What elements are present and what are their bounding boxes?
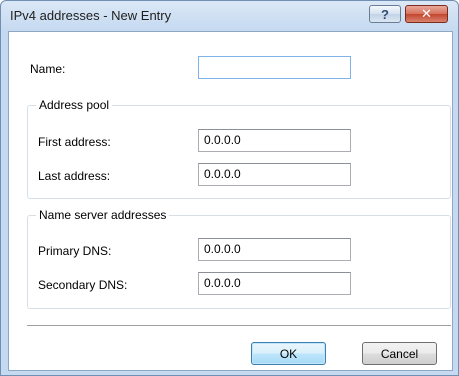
cancel-button[interactable]: Cancel — [362, 342, 437, 365]
secondary-dns-field[interactable]: 0.0.0.0 — [198, 272, 351, 295]
close-icon: ✕ — [421, 6, 432, 21]
dialog-content: Name: Address pool First address: 0.0.0.… — [8, 31, 453, 371]
window-title: IPv4 addresses - New Entry — [10, 8, 172, 23]
help-button[interactable]: ? — [369, 5, 401, 23]
name-label: Name: — [30, 62, 66, 76]
primary-dns-label: Primary DNS: — [38, 244, 112, 258]
dialog-window: IPv4 addresses - New Entry ? ✕ Name: Add… — [0, 0, 459, 376]
close-button[interactable]: ✕ — [405, 5, 448, 23]
address-pool-title: Address pool — [36, 98, 113, 112]
primary-dns-field[interactable]: 0.0.0.0 — [198, 238, 351, 261]
ok-button[interactable]: OK — [251, 342, 326, 365]
separator — [27, 325, 451, 327]
first-address-label: First address: — [38, 135, 111, 149]
secondary-dns-label: Secondary DNS: — [38, 278, 128, 292]
first-address-field[interactable]: 0.0.0.0 — [198, 129, 351, 152]
help-icon: ? — [381, 6, 389, 22]
title-bar[interactable]: IPv4 addresses - New Entry ? ✕ — [1, 1, 458, 31]
name-server-title: Name server addresses — [36, 208, 170, 222]
name-field[interactable] — [198, 56, 351, 79]
last-address-field[interactable]: 0.0.0.0 — [198, 163, 351, 186]
last-address-label: Last address: — [38, 169, 111, 183]
